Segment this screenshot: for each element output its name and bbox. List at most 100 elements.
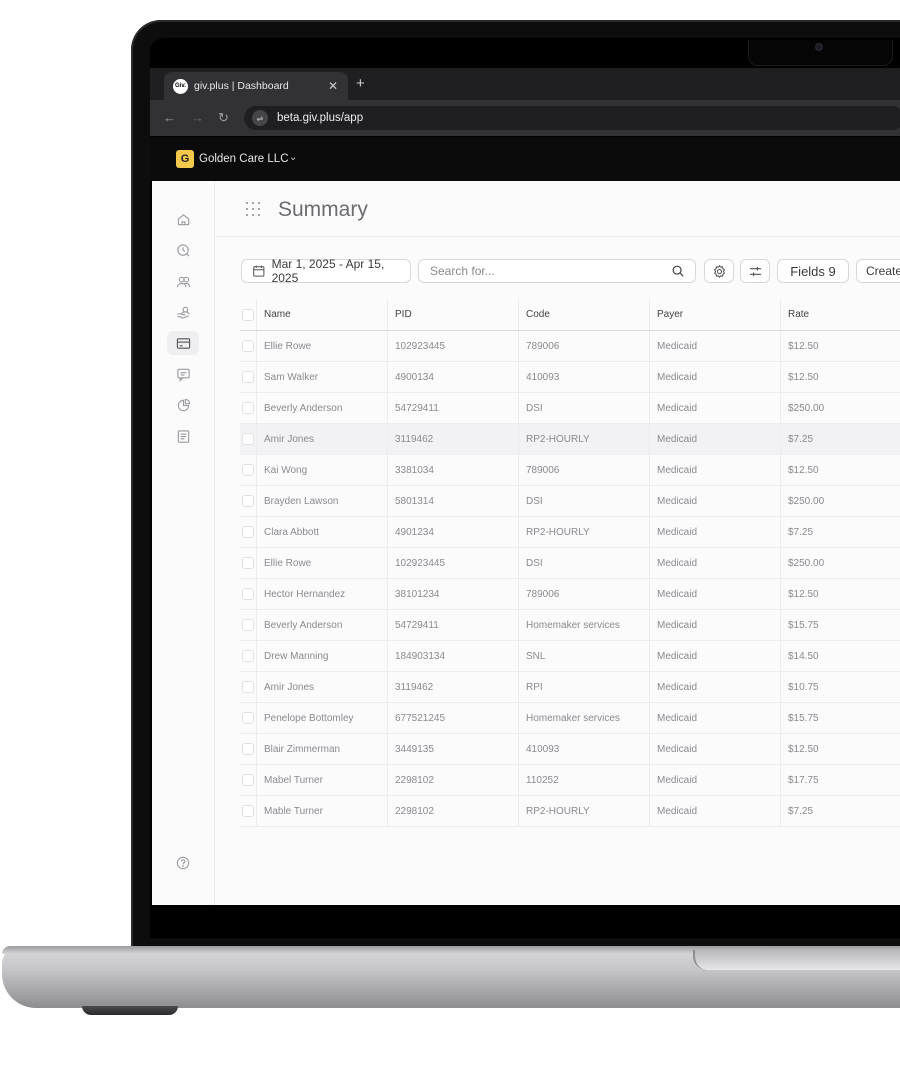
cell-name: Clara Abbott <box>256 517 387 547</box>
table-row[interactable]: Hector Hernandez 38101234 789006 Medicaid $1… <box>240 579 900 610</box>
table-row[interactable]: Mable Turner 2298102 RP2-HOURLY Medicaid $7.… <box>240 796 900 827</box>
org-avatar[interactable]: G <box>176 150 194 168</box>
row-checkbox[interactable] <box>242 681 254 693</box>
app-grid-icon[interactable] <box>244 200 262 218</box>
select-all-checkbox[interactable] <box>242 308 254 321</box>
home-icon[interactable] <box>167 207 199 231</box>
filter-button[interactable] <box>740 259 770 283</box>
table-row[interactable]: Kai Wong 3381034 789006 Medicaid $12.50 <box>240 455 900 486</box>
table-row[interactable]: Brayden Lawson 5801314 DSI Medicaid $250.00 <box>240 486 900 517</box>
address-bar[interactable]: ⇌ beta.giv.plus/app <box>244 106 900 130</box>
cell-name: Brayden Lawson <box>256 486 387 516</box>
users-icon[interactable] <box>167 269 199 293</box>
table-row[interactable]: Sam Walker 4900134 410093 Medicaid $12.50 <box>240 362 900 393</box>
cell-code: SNL <box>518 641 649 671</box>
table-row[interactable]: Clara Abbott 4901234 RP2-HOURLY Medicaid $7.… <box>240 517 900 548</box>
row-select-cell <box>240 610 256 640</box>
row-checkbox[interactable] <box>242 712 254 724</box>
select-all-cell <box>240 299 256 330</box>
row-checkbox[interactable] <box>242 588 254 600</box>
billing-icon[interactable] <box>167 331 199 355</box>
cell-rate: $17.75 <box>780 765 900 795</box>
summary-table: Name PID Code Payer Rate Ellie Rowe 10292… <box>240 299 900 827</box>
close-tab-icon[interactable]: ✕ <box>328 79 338 93</box>
gear-icon <box>713 264 725 278</box>
header-code[interactable]: Code <box>518 299 649 330</box>
search-input[interactable]: Search for... <box>418 259 696 283</box>
table-row[interactable]: Amir Jones 3119462 RPI Medicaid $10.75 <box>240 672 900 703</box>
new-tab-icon[interactable]: + <box>356 75 365 92</box>
row-checkbox[interactable] <box>242 557 254 569</box>
header-payer[interactable]: Payer <box>649 299 780 330</box>
row-checkbox[interactable] <box>242 371 254 383</box>
cell-name: Amir Jones <box>256 424 387 454</box>
table-row[interactable]: Amir Jones 3119462 RP2-HOURLY Medicaid $7.25 <box>240 424 900 455</box>
cell-pid: 54729411 <box>387 610 518 640</box>
cell-payer: Medicaid <box>649 486 780 516</box>
row-checkbox[interactable] <box>242 805 254 817</box>
row-select-cell <box>240 796 256 826</box>
row-checkbox[interactable] <box>242 495 254 507</box>
cell-code: RP2-HOURLY <box>518 796 649 826</box>
cell-payer: Medicaid <box>649 331 780 361</box>
cell-rate: $14.50 <box>780 641 900 671</box>
browser-tab[interactable]: Giv. giv.plus | Dashboard ✕ <box>164 72 348 100</box>
clock-icon[interactable] <box>167 238 199 262</box>
table-row[interactable]: Beverly Anderson 54729411 DSI Medicaid $250.… <box>240 393 900 424</box>
cell-rate: $7.25 <box>780 517 900 547</box>
cell-pid: 54729411 <box>387 393 518 423</box>
row-checkbox[interactable] <box>242 774 254 786</box>
cell-code: 410093 <box>518 734 649 764</box>
create-button[interactable]: Create <box>856 259 900 283</box>
row-checkbox[interactable] <box>242 526 254 538</box>
table-row[interactable]: Mabel Turner 2298102 110252 Medicaid $17.75 <box>240 765 900 796</box>
cell-code: 789006 <box>518 455 649 485</box>
cell-pid: 3381034 <box>387 455 518 485</box>
row-checkbox[interactable] <box>242 743 254 755</box>
row-select-cell <box>240 548 256 578</box>
settings-button[interactable] <box>704 259 734 283</box>
chevron-down-icon[interactable]: ⌄ <box>289 152 297 163</box>
cell-rate: $250.00 <box>780 486 900 516</box>
row-select-cell <box>240 734 256 764</box>
table-row[interactable]: Blair Zimmerman 3449135 410093 Medicaid $12.… <box>240 734 900 765</box>
fields-button[interactable]: Fields 9 <box>777 259 849 283</box>
calendar-icon <box>253 265 265 277</box>
table-row[interactable]: Beverly Anderson 54729411 Homemaker servic… <box>240 610 900 641</box>
date-range-picker[interactable]: Mar 1, 2025 - Apr 15, 2025 <box>241 257 411 285</box>
cell-pid: 102923445 <box>387 548 518 578</box>
cell-payer: Medicaid <box>649 362 780 392</box>
cell-name: Kai Wong <box>256 455 387 485</box>
row-checkbox[interactable] <box>242 340 254 352</box>
header-rate[interactable]: Rate <box>780 299 900 330</box>
row-checkbox[interactable] <box>242 433 254 445</box>
table-row[interactable]: Penelope Bottomley 677521245 Homemaker ser… <box>240 703 900 734</box>
reload-icon[interactable]: ↻ <box>218 110 229 126</box>
cell-name: Ellie Rowe <box>256 548 387 578</box>
header-name[interactable]: Name <box>256 299 387 330</box>
table-row[interactable]: Drew Manning 184903134 SNL Medicaid $14.50 <box>240 641 900 672</box>
cell-code: Homemaker services <box>518 610 649 640</box>
header-pid[interactable]: PID <box>387 299 518 330</box>
site-settings-icon[interactable]: ⇌ <box>252 110 268 126</box>
cell-name: Drew Manning <box>256 641 387 671</box>
cell-rate: $250.00 <box>780 393 900 423</box>
row-checkbox[interactable] <box>242 619 254 631</box>
message-icon[interactable] <box>167 362 199 386</box>
back-arrow-icon[interactable]: ← <box>163 110 176 125</box>
table-row[interactable]: Ellie Rowe 102923445 DSI Medicaid $250.00 <box>240 548 900 579</box>
cell-payer: Medicaid <box>649 734 780 764</box>
pie-chart-icon[interactable] <box>167 393 199 417</box>
row-checkbox[interactable] <box>242 650 254 662</box>
cell-name: Beverly Anderson <box>256 610 387 640</box>
notes-icon[interactable] <box>167 424 199 448</box>
row-checkbox[interactable] <box>242 464 254 476</box>
table-row[interactable]: Ellie Rowe 102923445 789006 Medicaid $12.50 <box>240 331 900 362</box>
help-icon[interactable] <box>176 856 190 870</box>
search-icon[interactable] <box>671 264 685 278</box>
org-switcher-label[interactable]: Golden Care LLC <box>199 153 289 165</box>
forward-arrow-icon[interactable]: → <box>191 110 204 125</box>
caregiver-icon[interactable] <box>167 300 199 324</box>
cell-payer: Medicaid <box>649 672 780 702</box>
row-checkbox[interactable] <box>242 402 254 414</box>
